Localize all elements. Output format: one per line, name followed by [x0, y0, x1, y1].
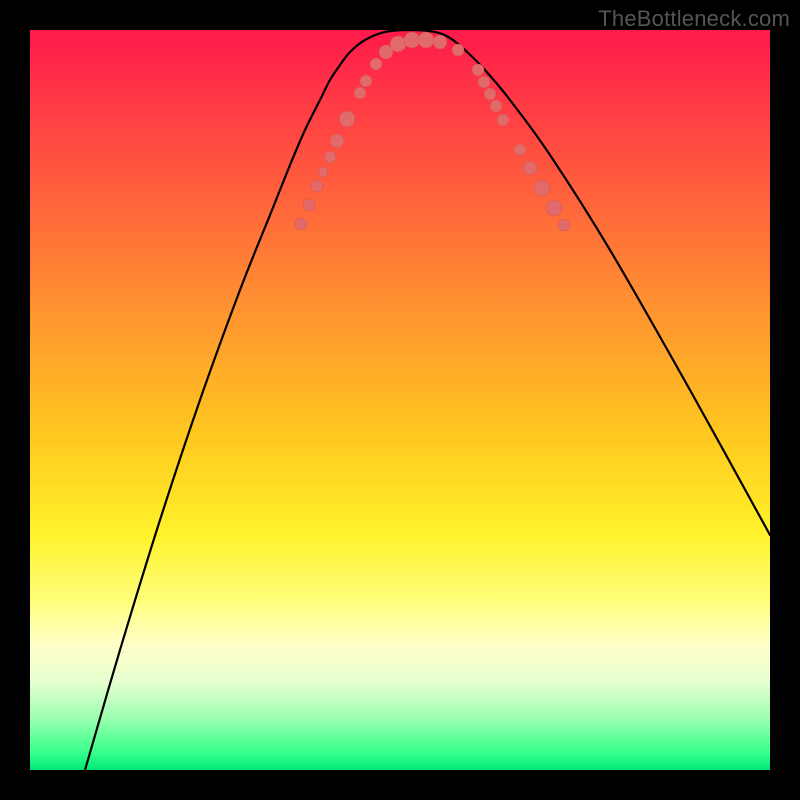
data-marker: [330, 134, 344, 148]
data-marker: [484, 88, 496, 100]
bottleneck-curve-path: [85, 30, 770, 770]
watermark-text: TheBottleneck.com: [598, 6, 790, 32]
data-marker: [433, 35, 447, 49]
data-marker: [546, 200, 562, 216]
data-marker: [404, 32, 420, 48]
data-marker: [452, 44, 464, 56]
bottleneck-chart: [30, 30, 770, 770]
data-marker: [558, 219, 570, 231]
data-marker: [490, 100, 502, 112]
marker-layer: [295, 32, 570, 231]
data-marker: [390, 36, 406, 52]
data-marker: [303, 199, 315, 211]
data-marker: [534, 180, 550, 196]
data-marker: [318, 167, 328, 177]
data-marker: [523, 161, 537, 175]
data-marker: [324, 151, 336, 163]
data-marker: [514, 144, 526, 156]
data-marker: [311, 180, 323, 192]
chart-frame: [30, 30, 770, 770]
data-marker: [370, 58, 382, 70]
data-marker: [418, 32, 434, 48]
data-marker: [497, 114, 509, 126]
data-marker: [339, 111, 355, 127]
data-marker: [360, 75, 372, 87]
data-marker: [295, 218, 307, 230]
data-marker: [478, 76, 490, 88]
data-marker: [354, 87, 366, 99]
data-marker: [472, 64, 484, 76]
